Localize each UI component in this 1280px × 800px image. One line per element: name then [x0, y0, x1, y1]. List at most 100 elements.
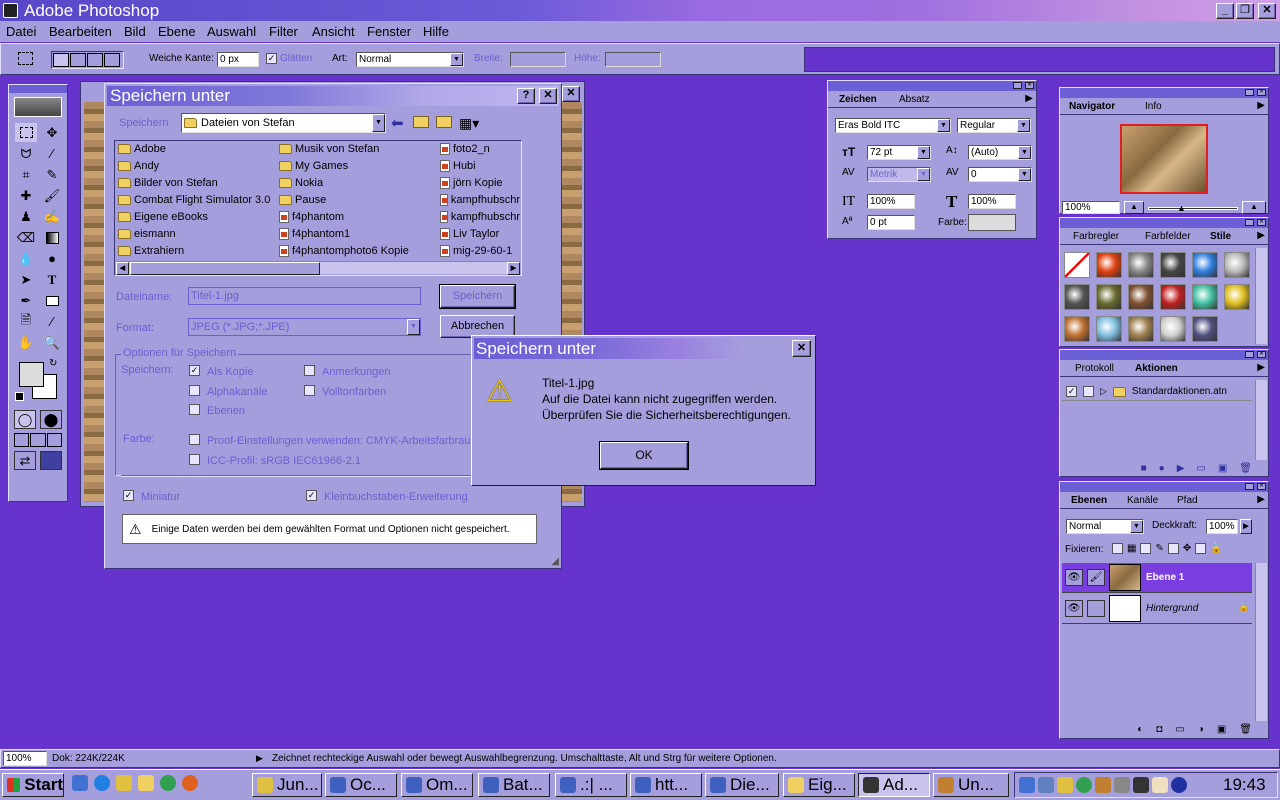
layers-scrollbar[interactable]	[1255, 563, 1267, 721]
file-item[interactable]: eismann	[118, 228, 273, 240]
layer-row-background[interactable]: 👁 Hintergrund 🔒	[1062, 594, 1252, 624]
screen-mode-full-menu-icon[interactable]	[30, 433, 46, 447]
visibility-eye-icon[interactable]: 👁	[1065, 600, 1083, 617]
explorer-icon[interactable]	[138, 775, 154, 791]
ie-icon[interactable]	[94, 775, 110, 791]
lasso-icon[interactable]: ᗢ	[15, 144, 37, 163]
text-color-swatch[interactable]	[968, 214, 1016, 231]
jump-to-imageready-icon[interactable]: ⇄	[14, 451, 36, 470]
alpha-checkbox[interactable]	[189, 385, 200, 396]
notes-icon[interactable]: 🗎	[15, 312, 37, 331]
file-item[interactable]: Andy	[118, 160, 273, 172]
panel-minimize-icon[interactable]	[1245, 351, 1254, 358]
taskbar-item[interactable]: Oc...	[325, 773, 397, 797]
menu-bearbeiten[interactable]: Bearbeiten	[49, 21, 112, 42]
tray-globe-icon[interactable]	[1076, 777, 1092, 793]
style-swatch[interactable]	[1128, 252, 1154, 278]
layer-set-icon[interactable]: ▭	[1175, 724, 1184, 735]
style-swatch[interactable]	[1224, 284, 1250, 310]
taskbar-item[interactable]: Bat...	[478, 773, 550, 797]
panel-minimize-icon[interactable]	[1245, 483, 1254, 490]
leading-select[interactable]: (Auto) ▼	[968, 145, 1032, 160]
action-enabled-checkbox[interactable]: ✓	[1066, 386, 1077, 397]
layer-mask-icon[interactable]: ◘	[1156, 724, 1162, 735]
minimize-button[interactable]: _	[1216, 3, 1234, 19]
horizontal-scrollbar[interactable]: ◀ ▶	[116, 261, 520, 275]
opacity-slider-icon[interactable]: ▶	[1240, 519, 1252, 534]
font-size-select[interactable]: 72 pt ▼	[867, 145, 931, 160]
screen-mode-standard-icon[interactable]	[14, 433, 30, 447]
blur-icon[interactable]: 💧	[15, 249, 37, 268]
document-close-button[interactable]: ✕	[562, 86, 580, 102]
screen-mode-full-icon[interactable]	[46, 433, 62, 447]
action-set-row[interactable]: ✓ ▷ Standardaktionen.atn	[1062, 383, 1252, 401]
lock-image-checkbox[interactable]	[1140, 543, 1152, 554]
tab-paths[interactable]: Pfad	[1172, 493, 1203, 508]
style-select[interactable]: Normal ▼	[356, 52, 464, 67]
delete-layer-icon[interactable]: 🗑	[1239, 724, 1252, 735]
style-swatch[interactable]	[1192, 316, 1218, 342]
tab-history[interactable]: Protokoll	[1070, 361, 1119, 376]
feather-input[interactable]: 0 px	[217, 52, 259, 67]
ok-button[interactable]: OK	[599, 441, 689, 470]
zoom-out-icon[interactable]: ▲	[1124, 201, 1144, 214]
slice-icon[interactable]: ✎	[41, 165, 63, 184]
file-item[interactable]: Pause	[279, 194, 429, 206]
new-selection-icon[interactable]	[53, 53, 69, 67]
layer-row-ebene1[interactable]: 👁 🖌 Ebene 1	[1062, 563, 1252, 593]
tray-phone-icon[interactable]	[1133, 777, 1149, 793]
menu-fenster[interactable]: Fenster	[367, 21, 411, 42]
as-copy-checkbox[interactable]: ✓	[189, 365, 200, 376]
marquee-tool-icon[interactable]	[18, 52, 33, 65]
tab-color[interactable]: Farbregler	[1068, 229, 1124, 244]
panel-close-icon[interactable]: ✕	[1257, 483, 1266, 490]
tray-clock-icon[interactable]	[1057, 777, 1073, 793]
brush-icon[interactable]: 🖌	[41, 186, 63, 205]
taskbar-item[interactable]: Die...	[705, 773, 779, 797]
spot-colors-checkbox[interactable]	[304, 385, 315, 396]
file-item[interactable]: Extrahiern	[118, 245, 273, 257]
style-swatch[interactable]	[1064, 252, 1090, 278]
file-item[interactable]: Bilder von Stefan	[118, 177, 273, 189]
status-zoom[interactable]: 100%	[3, 751, 47, 766]
view-menu-icon[interactable]: ▦▾	[459, 115, 479, 132]
up-folder-icon[interactable]	[413, 116, 429, 128]
opacity-input[interactable]: 100%	[1206, 519, 1238, 534]
icc-checkbox[interactable]	[189, 454, 200, 465]
alert-close-button[interactable]: ✕	[792, 340, 811, 357]
annotations-checkbox[interactable]	[304, 365, 315, 376]
intersect-selection-icon[interactable]	[104, 53, 120, 67]
tab-actions[interactable]: Aktionen	[1130, 361, 1183, 376]
resize-grip-icon[interactable]: ◢	[551, 556, 559, 567]
palette-well[interactable]	[804, 47, 1275, 72]
swap-colors-icon[interactable]: ↻	[49, 358, 57, 369]
kerning-select[interactable]: Metrik ▼	[867, 167, 931, 182]
tray-app-icon[interactable]	[1095, 777, 1111, 793]
adobe-feather-icon[interactable]	[14, 97, 62, 117]
scroll-left-icon[interactable]: ◀	[116, 262, 129, 275]
taskbar-item[interactable]: .:| ...	[555, 773, 627, 797]
default-colors-icon[interactable]	[15, 392, 24, 401]
file-item[interactable]: Hubi	[440, 160, 520, 172]
move-icon[interactable]: ✥	[41, 123, 63, 142]
save-dialog-close-button[interactable]: ✕	[539, 88, 557, 104]
crop-icon[interactable]: ⌗	[15, 165, 37, 184]
actions-scrollbar[interactable]	[1255, 380, 1267, 460]
file-item[interactable]: kampfhubschr	[440, 194, 520, 206]
proof-checkbox[interactable]	[189, 434, 200, 445]
font-style-select[interactable]: Regular ▼	[957, 118, 1031, 133]
imageready-icon[interactable]	[40, 451, 62, 470]
dialog-toggle-icon[interactable]	[1083, 386, 1094, 397]
pen-icon[interactable]: ✒	[15, 291, 37, 310]
back-icon[interactable]: ⬅	[391, 114, 404, 132]
style-swatch[interactable]	[1096, 252, 1122, 278]
style-swatch[interactable]	[1160, 252, 1186, 278]
lowercase-checkbox[interactable]: ✓	[306, 490, 317, 501]
scroll-thumb[interactable]	[130, 262, 320, 275]
expand-triangle-icon[interactable]: ▷	[1100, 386, 1107, 397]
panel-minimize-icon[interactable]	[1245, 89, 1254, 96]
tab-paragraph[interactable]: Absatz	[894, 92, 935, 107]
file-item[interactable]: mig-29-60-1	[440, 245, 520, 257]
foreground-color-swatch[interactable]	[19, 362, 44, 387]
navigator-thumbnail[interactable]	[1120, 124, 1208, 194]
